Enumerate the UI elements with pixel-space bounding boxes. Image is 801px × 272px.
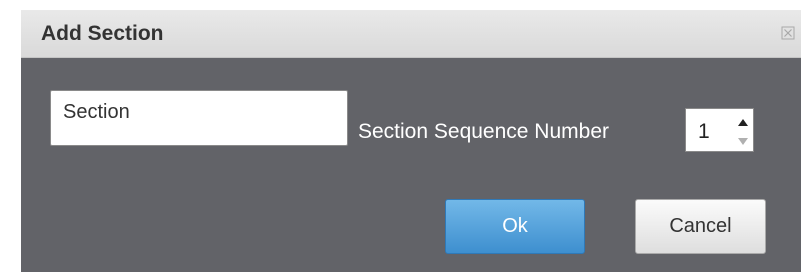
section-name-input[interactable] <box>50 90 348 146</box>
chevron-up-icon[interactable] <box>736 115 750 126</box>
ok-button[interactable]: Ok <box>445 199 585 254</box>
sequence-number-label: Section Sequence Number <box>358 120 609 143</box>
dialog-titlebar[interactable]: Add Section <box>21 10 801 58</box>
close-icon[interactable] <box>781 26 795 40</box>
dialog-title: Add Section <box>41 22 164 45</box>
cancel-button[interactable]: Cancel <box>635 199 766 254</box>
sequence-number-value[interactable]: 1 <box>698 120 710 144</box>
add-section-dialog: Add Section Section Sequence Number 1 Ok… <box>21 10 801 272</box>
sequence-number-stepper[interactable]: 1 <box>685 108 754 152</box>
chevron-down-icon[interactable] <box>736 133 750 145</box>
